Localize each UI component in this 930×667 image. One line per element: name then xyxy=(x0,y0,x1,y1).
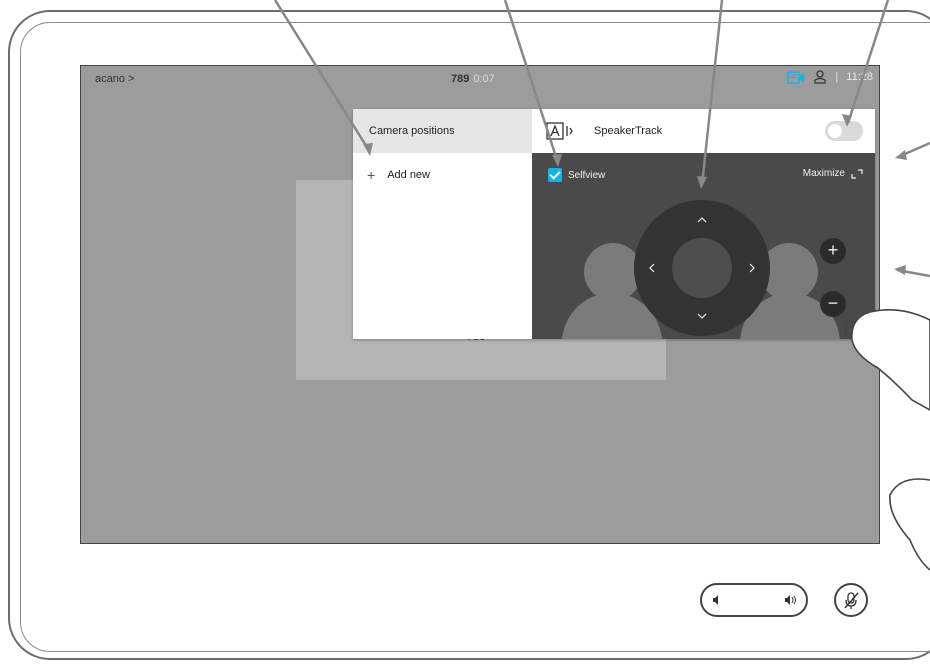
zoom-in-button[interactable]: + xyxy=(820,238,846,264)
chevron-left-icon[interactable] xyxy=(648,262,656,274)
hand-illustration xyxy=(844,309,930,571)
selfview-checkbox[interactable]: Selfview xyxy=(548,168,605,182)
status-separator: | xyxy=(835,71,839,83)
checkbox-icon xyxy=(548,168,562,182)
camera-positions-heading[interactable]: Camera positions xyxy=(353,109,532,153)
dpad-center xyxy=(672,238,732,298)
speakertrack-row: SpeakerTrack xyxy=(532,109,875,153)
add-new-position[interactable]: + Add new xyxy=(353,153,532,197)
system-name[interactable]: acano > xyxy=(95,73,134,85)
chevron-right-icon[interactable] xyxy=(748,262,756,274)
camera-control-pane: SpeakerTrack Selfview Maximize + − xyxy=(532,109,875,339)
volume-control[interactable] xyxy=(700,583,808,617)
maximize-icon xyxy=(851,168,863,179)
mute-icon xyxy=(844,592,859,609)
volume-up-icon[interactable] xyxy=(784,594,798,606)
maximize-button[interactable]: Maximize xyxy=(803,168,863,179)
chevron-down-icon[interactable] xyxy=(696,312,708,320)
camera-control-panel: Camera positions + Add new SpeakerTrack xyxy=(353,109,875,339)
call-number: 789 xyxy=(451,73,470,85)
speakertrack-label: SpeakerTrack xyxy=(594,125,663,137)
selfview-video: Selfview Maximize + − xyxy=(532,153,875,339)
call-duration: 0:07 xyxy=(473,73,495,85)
camera-icon[interactable] xyxy=(787,70,805,84)
plus-icon: + xyxy=(367,167,376,183)
touch-screen: acano > 7890:07 | 11:28 789 Camera posit… xyxy=(80,65,880,544)
maximize-label: Maximize xyxy=(802,168,845,179)
volume-down-icon[interactable] xyxy=(712,594,722,606)
camera-positions-pane: Camera positions + Add new xyxy=(353,109,533,339)
add-new-label: Add new xyxy=(387,169,430,181)
speakertrack-toggle[interactable] xyxy=(825,121,863,141)
selfview-label: Selfview xyxy=(568,169,606,181)
status-icons: | 11:28 xyxy=(787,70,873,84)
person-icon[interactable] xyxy=(813,70,827,84)
speakertrack-icon xyxy=(546,122,573,140)
camera-pan-tilt-pad[interactable] xyxy=(634,200,770,336)
clock: 11:28 xyxy=(846,71,873,83)
chevron-up-icon[interactable] xyxy=(696,216,708,224)
call-info: 789 0:07 xyxy=(451,73,495,85)
